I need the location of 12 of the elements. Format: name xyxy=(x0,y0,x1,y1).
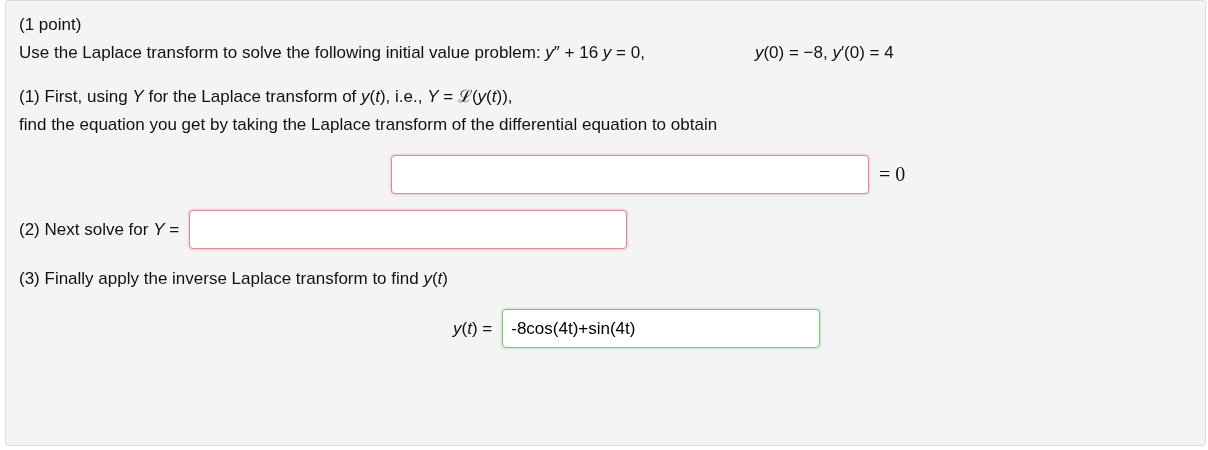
problem-statement: Use the Laplace transform to solve the following initial value problem: y″ + 16 y = 0, xyxy=(19,42,645,64)
answer-field[interactable] xyxy=(189,210,628,249)
question-text: find the equation you get by taking the Laplace transform of the differential equation to obtain xyxy=(19,114,719,136)
points-label: (1 point) xyxy=(19,14,83,36)
question-text: (3) Finally apply the inverse Laplace transform to find y(t) xyxy=(19,268,449,290)
answer-field[interactable] xyxy=(391,155,869,194)
initial-conditions: y(0) = −8, y′(0) = 4 xyxy=(754,42,894,64)
equation-suffix: = 0 xyxy=(879,163,906,186)
question-text: (1) First, using Y for the Laplace transform of y(t), i.e., Y = ℒ(y(t)), xyxy=(19,86,514,108)
answer-field[interactable]: -8cos(4t)+sin(4t) xyxy=(502,309,821,348)
question-text: (2) Next solve for Y = xyxy=(19,218,180,241)
answer-label: y(t) = xyxy=(453,317,493,340)
